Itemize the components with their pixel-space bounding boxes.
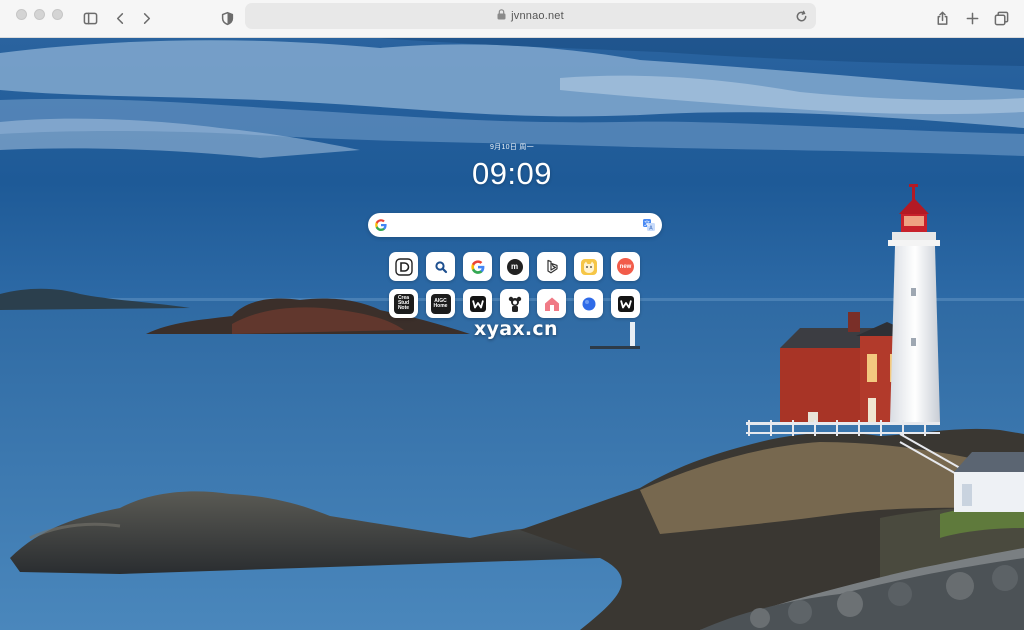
new-tab-page: 9月10日 周一 09:09 文 A m new Crea Stud Note … [0,38,1024,630]
tab-overview-button[interactable] [990,7,1012,29]
shield-icon [221,11,233,25]
privacy-report-button[interactable] [216,7,238,29]
shortcut-tile[interactable] [389,252,418,281]
shortcut-tile[interactable]: m [500,252,529,281]
google-g-icon [375,219,387,231]
sidebar-icon [83,12,97,24]
watermark-text: xyax.cn [474,318,558,340]
pink-house-icon [544,297,559,311]
bing-icon [546,259,558,273]
w-logo-icon [469,295,486,312]
zoom-window-button[interactable] [52,9,63,20]
close-window-button[interactable] [16,9,27,20]
shortcut-tile[interactable] [500,289,529,318]
reload-button[interactable] [792,7,810,25]
dark-text-tile-icon: Crea Stud Note [393,293,414,314]
shortcut-tile[interactable] [537,289,566,318]
lock-icon [497,7,511,25]
minimize-window-button[interactable] [34,9,45,20]
avatar-icon [508,296,521,312]
window-controls [16,9,63,20]
shortcut-grid: m new Crea Stud Note AIGC Home [389,252,640,318]
search-input[interactable] [394,216,624,234]
back-button[interactable] [109,7,131,29]
url-text: jvnnao.net [511,10,564,22]
bracket-d-icon [394,257,413,276]
date-label: 9月10日 周一 [489,144,535,151]
reload-icon [796,10,806,21]
blue-dot-icon [582,297,595,310]
cat-face-icon [580,258,597,275]
sidebar-toggle-button[interactable] [79,7,101,29]
shortcut-tile[interactable] [574,289,603,318]
shortcut-tile[interactable]: Crea Stud Note [389,289,418,318]
google-icon [470,259,484,274]
shortcut-tile[interactable]: AIGC Home [426,289,455,318]
tab-overview-icon [994,11,1008,25]
share-button[interactable] [931,7,953,29]
shortcut-tile[interactable] [574,252,603,281]
svg-text:A: A [649,226,653,232]
chevron-right-icon [143,12,150,24]
chevron-left-icon [116,12,123,24]
shortcut-tile[interactable] [537,252,566,281]
w-logo-icon [617,295,634,312]
shortcut-tile[interactable]: new [611,252,640,281]
m-circle-icon: m [506,258,523,275]
clock-time: 09:09 [471,156,553,191]
shortcut-tile[interactable] [426,252,455,281]
dark-text-tile-icon: AIGC Home [430,293,451,314]
shortcut-tile[interactable] [463,289,492,318]
translate-icon[interactable]: 文 A [642,218,656,232]
shortcut-tile[interactable] [463,252,492,281]
address-bar[interactable]: jvnnao.net [245,3,816,29]
search-box[interactable]: 文 A [368,213,662,237]
plus-icon [966,12,978,24]
browser-toolbar: jvnnao.net [0,0,1024,38]
new-badge-icon: new [617,258,634,275]
share-icon [937,11,947,25]
new-tab-button[interactable] [961,7,983,29]
magnifier-icon [434,260,447,273]
forward-button[interactable] [135,7,157,29]
shortcut-tile[interactable] [611,289,640,318]
